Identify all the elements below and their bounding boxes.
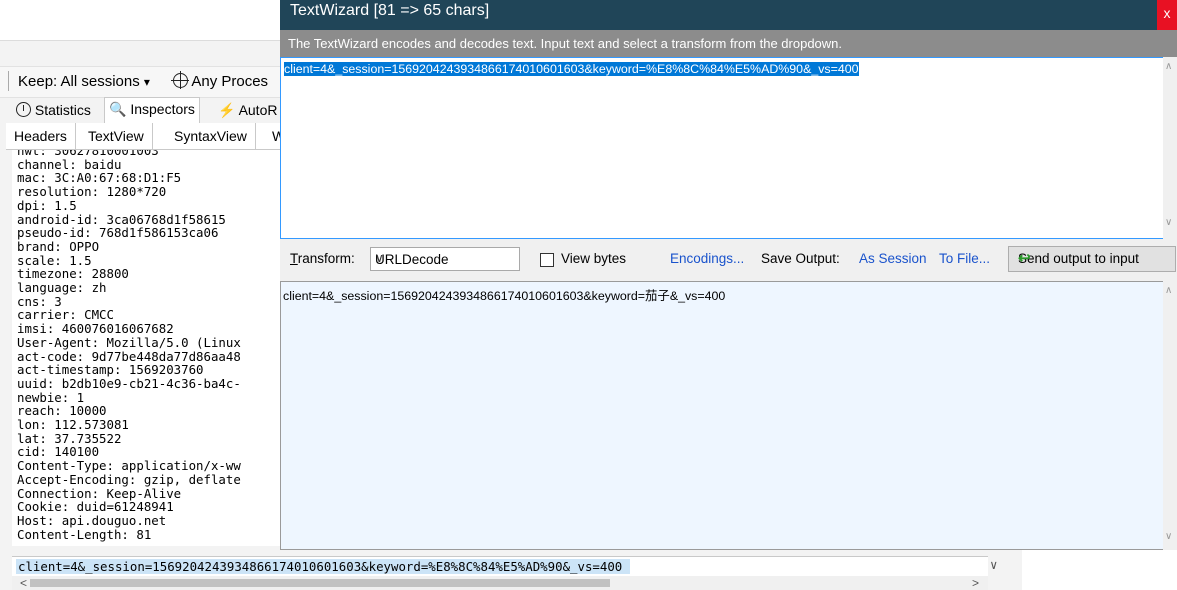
view-bytes-label[interactable]: View bytes	[561, 251, 626, 266]
input-vertical-scrollbar[interactable]: ∧ ∨	[1163, 57, 1177, 239]
request-header-line: Connection: Keep-Alive	[17, 485, 182, 501]
request-header-line: channel: baidu	[17, 156, 122, 172]
input-text: client=4&_session=1569204243934866174010…	[284, 62, 859, 76]
request-header-line: resolution: 1280*720	[17, 184, 167, 200]
transform-label-rest: ransform:	[297, 251, 355, 266]
request-header-line: timezone: 28800	[17, 266, 129, 282]
request-header-line: act-timestamp: 1569203760	[17, 362, 204, 378]
textwizard-titlebar[interactable]: TextWizard [81 => 65 chars] x	[280, 0, 1177, 30]
close-button[interactable]: x	[1157, 0, 1177, 30]
crosshair-icon	[171, 71, 189, 89]
request-header-line: Content-Length: 81	[17, 526, 152, 542]
request-headers-text[interactable]: hwt: 30627810001003 channel: baidu mac: 3C…	[12, 150, 280, 546]
request-header-line: User-Agent: Mozilla/5.0 (Linux	[17, 334, 241, 350]
close-icon: x	[1163, 5, 1171, 21]
request-header-line: scale: 1.5	[17, 252, 92, 268]
request-header-line: language: zh	[17, 280, 107, 296]
tab-statistics[interactable]: Statistics	[12, 99, 95, 121]
request-header-line: mac: 3C:A0:67:68:D1:F5	[17, 170, 182, 186]
request-header-line: Host: api.douguo.net	[17, 512, 167, 528]
scroll-up-icon[interactable]: ∧	[1165, 61, 1172, 72]
scroll-left-icon[interactable]: <	[20, 576, 27, 590]
output-text: client=4&_session=1569204243934866174010…	[283, 289, 726, 303]
request-header-line: uuid: b2db10e9-cb21-4c36-ba4c-	[17, 375, 241, 391]
scroll-down-icon[interactable]: ∨	[1165, 217, 1172, 228]
green-arrow-icon: ↩	[1018, 250, 1031, 267]
request-header-line: lon: 112.573081	[17, 417, 129, 433]
textwizard-title: TextWizard [81 => 65 chars]	[290, 2, 490, 19]
request-header-line: pseudo-id: 768d1f586153ca06	[17, 225, 219, 241]
keep-sessions-label: Keep: All sessions	[18, 73, 140, 90]
scroll-down-icon[interactable]: ∨	[1165, 531, 1172, 542]
tab-autoresponder[interactable]: ⚡ AutoR	[214, 99, 281, 121]
request-header-line: android-id: 3ca06768d1f58615	[17, 211, 226, 227]
request-header-line: Content-Type: application/x-ww	[17, 458, 241, 474]
description-text: The TextWizard encodes and decodes text.…	[288, 36, 843, 51]
tab-autoresponder-label: AutoR	[238, 102, 278, 118]
lightning-icon: ⚡	[218, 102, 236, 118]
view-bytes-checkbox[interactable]	[540, 253, 554, 267]
request-header-line: act-code: 9d77be448da77d86aa48	[17, 348, 241, 364]
as-session-link[interactable]: As Session	[859, 251, 927, 266]
request-header-line: carrier: CMCC	[17, 307, 114, 323]
transform-label: Transform:	[290, 251, 355, 266]
request-header-line: reach: 10000	[17, 403, 107, 419]
output-textarea[interactable]: client=4&_session=1569204243934866174010…	[280, 281, 1165, 550]
request-header-line: dpi: 1.5	[17, 197, 77, 213]
input-textarea[interactable]: client=4&_session=1569204243934866174010…	[280, 57, 1165, 239]
tab-inspectors-label: Inspectors	[130, 101, 195, 117]
stopwatch-icon	[16, 102, 31, 117]
description-bar: The TextWizard encodes and decodes text.…	[280, 30, 1177, 57]
transform-controls: Transform: URLDecode ∨ View bytes Encodi…	[280, 239, 1177, 281]
request-header-line: lat: 37.735522	[17, 430, 122, 446]
scroll-up-icon[interactable]: ∧	[1165, 285, 1172, 296]
save-output-label: Save Output:	[761, 251, 840, 266]
chevron-down-icon: ▾	[143, 75, 150, 89]
subtab-textview[interactable]: TextView	[80, 123, 153, 149]
any-process-label: Any Proces	[191, 73, 269, 90]
request-header-line: brand: OPPO	[17, 238, 100, 254]
to-file-link[interactable]: To File...	[939, 251, 990, 266]
magnifier-icon: 🔍	[109, 101, 127, 117]
chevron-down-icon: ∨	[375, 251, 384, 265]
output-vertical-scrollbar[interactable]: ∧ ∨	[1163, 281, 1177, 550]
request-header-line: cid: 140100	[17, 444, 100, 460]
keep-sessions-dropdown[interactable]: Keep: All sessions ▾	[18, 73, 150, 90]
tab-inspectors[interactable]: 🔍 Inspectors	[104, 97, 200, 123]
transform-select[interactable]: URLDecode ∨	[370, 247, 520, 271]
tab-statistics-label: Statistics	[34, 102, 91, 118]
request-header-line: imsi: 460076016067682	[17, 321, 174, 337]
request-header-line: cns: 3	[17, 293, 62, 309]
request-header-line: newbie: 1	[17, 389, 85, 405]
subtab-headers[interactable]: Headers	[6, 123, 76, 149]
request-headers-lines: hwt: 30627810001003 channel: baidu mac: 3C…	[12, 150, 280, 541]
send-output-to-input-button[interactable]: Send output to input ↩	[1008, 246, 1176, 272]
any-process-button[interactable]: Any Proces	[171, 71, 269, 90]
subtab-syntaxview[interactable]: SyntaxView	[166, 123, 256, 149]
request-header-line: Accept-Encoding: gzip, deflate	[17, 471, 241, 487]
toolbar-separator	[8, 71, 9, 91]
encodings-link[interactable]: Encodings...	[670, 251, 744, 266]
textwizard-dialog: TextWizard [81 => 65 chars] x The TextWi…	[280, 0, 1177, 590]
request-header-line: Cookie: duid=61248941	[17, 499, 174, 515]
